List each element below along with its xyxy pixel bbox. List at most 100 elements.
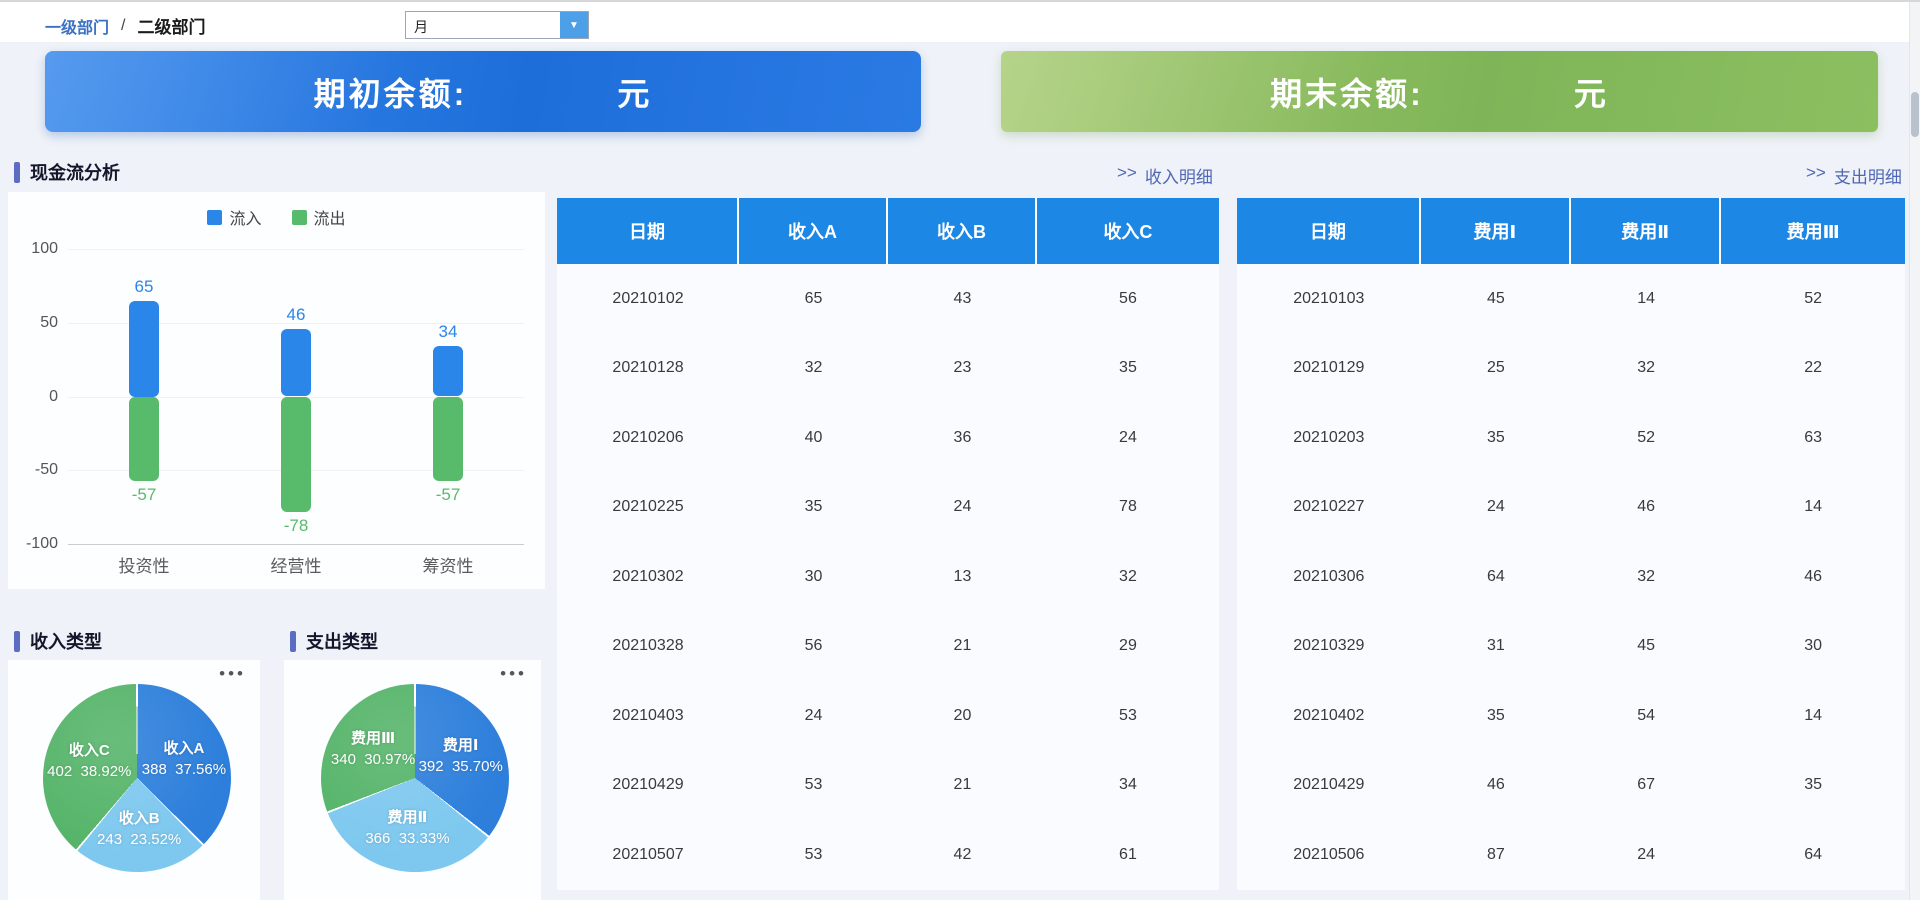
value-cell: 35 — [1486, 428, 1505, 446]
top-bar: 一级部门 / 二级部门 月 ▼ — [0, 2, 1920, 43]
pie-slice-value: 388 37.56% — [141, 760, 227, 778]
expense-table: 日期 费用Ⅰ 费用Ⅱ 费用Ⅲ 20210103 45 14 52 20210129 25 32 22… — [1237, 198, 1905, 890]
chart-legend: 流入 流出 — [8, 205, 545, 229]
income-table-body: 20210102 65 43 56 20210128 32 23 35 20210206 40 36… — [557, 264, 1219, 890]
value-cell: 65 — [804, 289, 823, 307]
pie-slice-value: 366 33.33% — [365, 830, 450, 848]
bar-value-label: 65 — [134, 276, 154, 296]
pie-slice-label-收入B: 收入B 243 23.52% — [97, 808, 181, 850]
expense-table-header: 日期 费用Ⅰ 费用Ⅱ 费用Ⅲ — [1237, 198, 1905, 264]
income-table-header: 日期 收入A 收入B 收入C — [557, 198, 1219, 264]
grid-line — [68, 249, 524, 250]
chevron-down-icon[interactable]: ▼ — [560, 12, 588, 38]
pie-slice-name: 费用Ⅰ — [442, 736, 479, 754]
pie-slice-name: 费用Ⅲ — [350, 730, 396, 748]
bar-value-label: -57 — [131, 484, 157, 504]
section-marker — [14, 161, 20, 183]
y-axis-tick: 100 — [31, 240, 58, 257]
table-row: 20210206 40 36 24 — [557, 403, 1219, 473]
section-marker — [290, 630, 296, 652]
table-row: 20210507 53 42 61 — [557, 820, 1219, 890]
pie-slice-name: 收入C — [68, 741, 110, 759]
pie-slice-label-费用Ⅰ: 费用Ⅰ 392 35.70% — [419, 735, 503, 777]
value-cell: 30 — [1804, 637, 1823, 655]
value-cell: 53 — [1119, 706, 1137, 724]
value-cell: 35 — [1486, 706, 1505, 724]
table-row: 20210429 46 67 35 — [1237, 751, 1905, 821]
legend-item-流入[interactable]: 流入 — [207, 205, 262, 229]
pie-slice-value: 392 35.70% — [418, 757, 503, 775]
bar-流入-经营性[interactable] — [281, 328, 311, 397]
column-header: 收入B — [887, 198, 1037, 264]
section-marker — [14, 630, 20, 652]
pie-slice-value: 340 30.97% — [330, 751, 416, 769]
bar-流入-筹资性[interactable] — [433, 346, 463, 397]
column-header: 日期 — [557, 198, 740, 264]
date-cell: 20210103 — [1293, 289, 1365, 307]
scrollbar-thumb[interactable] — [1911, 92, 1919, 137]
value-cell: 24 — [953, 498, 972, 516]
value-cell: 63 — [1804, 428, 1823, 446]
value-cell: 67 — [1637, 776, 1656, 794]
pie-slice-label-费用Ⅲ: 费用Ⅲ 340 30.97% — [331, 728, 415, 770]
pie-slice-label-收入A: 收入A 388 37.56% — [142, 738, 226, 780]
value-cell: 24 — [1486, 498, 1505, 516]
expense-detail-link[interactable]: >> 支出明细 — [1806, 163, 1902, 188]
income-detail-link-label: 收入明细 — [1144, 168, 1213, 187]
value-cell: 56 — [1119, 289, 1137, 307]
income-pie-card: ••• 收入A 388 37.56% 收入B 243 23.52% 收入C 402 38.… — [8, 660, 260, 900]
value-cell: 23 — [953, 359, 972, 377]
value-cell: 35 — [1119, 359, 1137, 377]
pie-slice-label-收入C: 收入C 402 38.92% — [47, 740, 131, 782]
value-cell: 25 — [1486, 359, 1505, 377]
value-cell: 29 — [1119, 637, 1137, 655]
ellipsis-menu-icon[interactable]: ••• — [219, 664, 246, 684]
date-cell: 20210128 — [612, 359, 684, 377]
bar-流出-筹资性[interactable] — [433, 396, 463, 481]
table-row: 20210128 32 23 35 — [557, 334, 1219, 404]
bar-流出-经营性[interactable] — [281, 396, 311, 512]
vertical-scrollbar[interactable] — [1909, 2, 1920, 900]
dashboard-page: 一级部门 / 二级部门 月 ▼ 期初余额: 元 期末余额: 元 现金流分析 >>… — [0, 0, 1920, 900]
bar-流入-投资性[interactable] — [129, 300, 159, 397]
column-header: 费用Ⅰ — [1420, 198, 1571, 264]
value-cell: 46 — [1637, 498, 1656, 516]
pie-slice-value: 402 38.92% — [47, 762, 132, 780]
breadcrumb-level2: 二级部门 — [137, 18, 206, 37]
legend-label: 流入 — [229, 211, 262, 228]
date-cell: 20210506 — [1293, 845, 1365, 863]
y-axis-tick: -50 — [34, 461, 58, 479]
value-cell: 46 — [1486, 776, 1505, 794]
value-cell: 14 — [1804, 498, 1823, 516]
table-row: 20210506 87 24 64 — [1237, 820, 1905, 890]
value-cell: 21 — [953, 637, 972, 655]
date-cell: 20210329 — [1293, 637, 1365, 655]
value-cell: 40 — [804, 428, 823, 446]
value-cell: 42 — [953, 845, 972, 863]
date-cell: 20210227 — [1293, 498, 1365, 516]
bar-流出-投资性[interactable] — [129, 396, 159, 481]
value-cell: 20 — [953, 706, 972, 724]
legend-item-流出[interactable]: 流出 — [291, 205, 346, 229]
legend-label: 流出 — [313, 211, 346, 228]
income-table: 日期 收入A 收入B 收入C 20210102 65 43 56 20210128 32 23 35… — [557, 198, 1219, 890]
period-select[interactable]: 月 ▼ — [405, 11, 589, 39]
value-cell: 24 — [1119, 428, 1137, 446]
income-pie-chart[interactable]: 收入A 388 37.56% 收入B 243 23.52% 收入C 402 38.92% — [43, 684, 231, 872]
value-cell: 54 — [1637, 706, 1656, 724]
date-cell: 20210306 — [1293, 567, 1365, 585]
expense-pie-chart[interactable]: 费用Ⅰ 392 35.70% 费用Ⅱ 366 33.33% 费用Ⅲ 340 30.97% — [321, 684, 509, 872]
closing-balance-unit: 元 — [1573, 75, 1609, 112]
table-row: 20210203 35 52 63 — [1237, 403, 1905, 473]
table-row: 20210429 53 21 34 — [557, 751, 1219, 821]
cashflow-section-title: 现金流分析 — [14, 159, 120, 185]
value-cell: 87 — [1486, 845, 1505, 863]
bar-value-label: 46 — [286, 304, 306, 324]
income-pie-section-title: 收入类型 — [14, 628, 102, 654]
breadcrumb-level1-link[interactable]: 一级部门 — [45, 14, 109, 38]
ellipsis-menu-icon[interactable]: ••• — [500, 664, 527, 684]
income-detail-link[interactable]: >> 收入明细 — [1117, 163, 1213, 188]
value-cell: 45 — [1637, 637, 1656, 655]
date-cell: 20210203 — [1293, 428, 1365, 446]
date-cell: 20210429 — [612, 776, 684, 794]
